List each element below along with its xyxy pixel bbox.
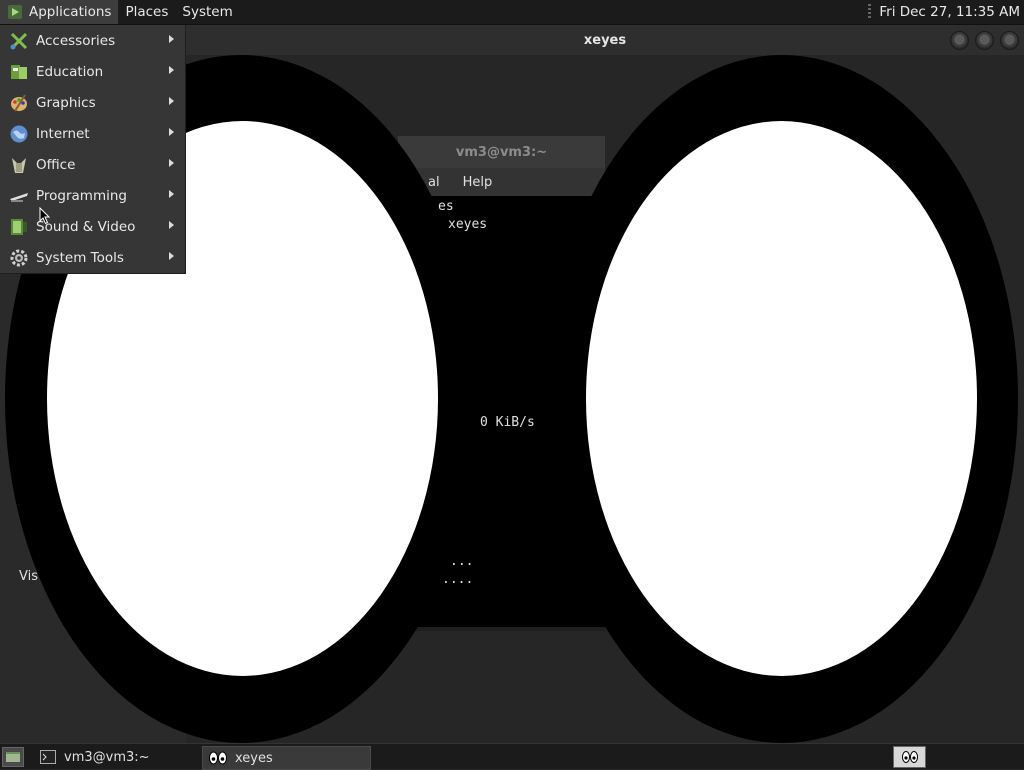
terminal-menu-terminal[interactable]: al bbox=[428, 175, 440, 190]
internet-icon bbox=[9, 124, 29, 144]
menu-item-system-tools[interactable]: System Tools bbox=[0, 242, 185, 273]
taskbar-item-label: vm3@vm3:~ bbox=[64, 749, 150, 765]
terminal-titlebar[interactable]: vm3@vm3:~ bbox=[398, 136, 605, 168]
menu-item-label: Internet bbox=[36, 125, 90, 142]
right-eye-white bbox=[586, 121, 977, 676]
places-menu-label: Places bbox=[125, 4, 169, 20]
maximize-button[interactable] bbox=[975, 31, 994, 50]
terminal-line: es bbox=[438, 199, 454, 214]
terminal-line: .... bbox=[442, 572, 474, 587]
applications-menu-button[interactable]: Applications bbox=[0, 0, 119, 24]
minimize-button[interactable] bbox=[950, 31, 969, 50]
menu-item-graphics[interactable]: Graphics bbox=[0, 87, 185, 118]
menu-item-programming[interactable]: Programming bbox=[0, 180, 185, 211]
graphics-icon bbox=[9, 93, 29, 113]
applications-logo-icon bbox=[8, 5, 22, 19]
submenu-arrow-icon bbox=[169, 128, 174, 136]
applications-menu-label: Applications bbox=[29, 4, 112, 20]
education-icon bbox=[9, 62, 29, 82]
applications-menu: Accessories Education Graphics Internet … bbox=[0, 25, 186, 274]
xeyes-icon bbox=[209, 751, 227, 765]
terminal-window-title: vm3@vm3:~ bbox=[455, 144, 548, 160]
menu-item-label: Education bbox=[36, 63, 104, 80]
taskbar-item-xeyes[interactable]: xeyes bbox=[202, 746, 371, 770]
accessories-icon bbox=[9, 31, 29, 51]
submenu-arrow-icon bbox=[169, 66, 174, 74]
terminal-menu-help[interactable]: Help bbox=[463, 175, 493, 190]
menu-item-office[interactable]: Office bbox=[0, 149, 185, 180]
sound-video-icon bbox=[9, 217, 29, 237]
top-panel: Applications Places System Fri Dec 27, 1… bbox=[0, 0, 1024, 25]
terminal-line: xeyes bbox=[448, 217, 488, 232]
taskbar-item-label: xeyes bbox=[235, 750, 273, 766]
menu-item-internet[interactable]: Internet bbox=[0, 118, 185, 149]
menu-item-label: Office bbox=[36, 156, 76, 173]
menu-item-label: System Tools bbox=[36, 249, 124, 266]
submenu-arrow-icon bbox=[169, 190, 174, 198]
show-desktop-button[interactable] bbox=[2, 747, 24, 767]
submenu-arrow-icon bbox=[169, 221, 174, 229]
workspace-switcher[interactable] bbox=[893, 746, 926, 768]
menu-item-sound-video[interactable]: Sound & Video bbox=[0, 211, 185, 242]
clock-text: Fri Dec 27, 11:35 AM bbox=[879, 4, 1020, 20]
system-menu-label: System bbox=[182, 4, 233, 20]
programming-icon bbox=[9, 186, 29, 206]
submenu-arrow-icon bbox=[169, 252, 174, 260]
desktop-partial-label: Vis bbox=[19, 569, 38, 584]
submenu-arrow-icon bbox=[169, 159, 174, 167]
terminal-icon bbox=[40, 750, 56, 764]
menu-item-accessories[interactable]: Accessories bbox=[0, 25, 185, 56]
panel-separator bbox=[868, 4, 872, 20]
menu-item-label: Accessories bbox=[36, 32, 116, 49]
submenu-arrow-icon bbox=[169, 35, 174, 43]
menu-item-education[interactable]: Education bbox=[0, 56, 185, 87]
bottom-panel: vm3@vm3:~ xeyes bbox=[0, 743, 1024, 770]
close-button[interactable] bbox=[1000, 31, 1019, 50]
xeyes-titlebar[interactable]: xeyes bbox=[186, 25, 1024, 55]
taskbar-item-terminal[interactable]: vm3@vm3:~ bbox=[34, 746, 206, 768]
menu-item-label: Graphics bbox=[36, 94, 96, 111]
places-menu-button[interactable]: Places bbox=[118, 0, 175, 24]
show-desktop-icon bbox=[6, 752, 20, 762]
office-icon bbox=[9, 155, 29, 175]
terminal-line: ... bbox=[450, 554, 474, 569]
terminal-line: 0 KiB/s bbox=[480, 415, 535, 430]
menu-item-label: Programming bbox=[36, 187, 127, 204]
clock[interactable]: Fri Dec 27, 11:35 AM bbox=[868, 0, 1024, 24]
submenu-arrow-icon bbox=[169, 97, 174, 105]
xeyes-window-title: xeyes bbox=[583, 32, 627, 48]
system-menu-button[interactable]: System bbox=[175, 0, 239, 24]
mouse-cursor-icon bbox=[39, 207, 51, 225]
xeyes-icon bbox=[901, 751, 918, 763]
system-tools-icon bbox=[9, 248, 29, 268]
